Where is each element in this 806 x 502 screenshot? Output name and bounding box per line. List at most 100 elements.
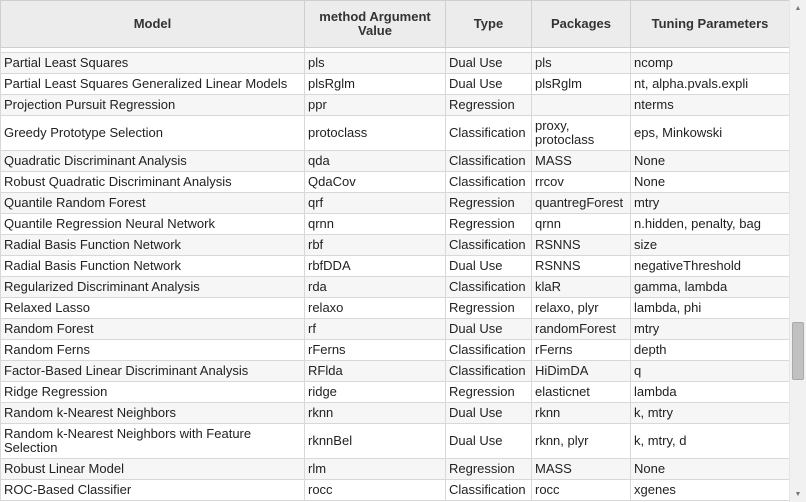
- cell-method: pls: [304, 52, 446, 74]
- cell-model: Partial Least Squares: [0, 52, 305, 74]
- cell-method: rbf: [304, 234, 446, 256]
- cell-tuning: depth: [630, 339, 789, 361]
- cell-packages: rknn: [531, 402, 631, 424]
- scrollbar-thumb[interactable]: [792, 322, 804, 380]
- table-row: Random k-Nearest Neighbors rknn Dual Use rk…: [0, 402, 789, 424]
- cell-type: Classification: [445, 479, 532, 501]
- cell-tuning: q: [630, 360, 789, 382]
- cell-type: Dual Use: [445, 402, 532, 424]
- table-row: Greedy Prototype Selection protoclass Clas…: [0, 115, 789, 151]
- table-row: Partial Least Squares Generalized Linear…: [0, 73, 789, 95]
- up-arrow-icon[interactable]: ▲: [790, 0, 806, 16]
- table-row: Quantile Regression Neural Network qrnn Re…: [0, 213, 789, 235]
- cell-tuning: mtry: [630, 192, 789, 214]
- cell-type: Regression: [445, 381, 532, 403]
- cell-model: Radial Basis Function Network: [0, 255, 305, 277]
- cell-model: Radial Basis Function Network: [0, 234, 305, 256]
- table-row: Random Ferns rFerns Classification rFerns de…: [0, 339, 789, 361]
- table-row: Factor-Based Linear Discriminant Analysi…: [0, 360, 789, 382]
- cell-tuning: lambda: [630, 381, 789, 403]
- cell-method: ppr: [304, 94, 446, 116]
- cell-method: QdaCov: [304, 171, 446, 193]
- cell-type: Dual Use: [445, 255, 532, 277]
- cell-packages: RSNNS: [531, 255, 631, 277]
- cell-packages: rocc: [531, 479, 631, 501]
- table-row: Random k-Nearest Neighbors with Feature …: [0, 423, 789, 459]
- table-row: Partial Least Squares pls Dual Use pls ncomp: [0, 52, 789, 74]
- table-row: Radial Basis Function Network rbfDDA Dual …: [0, 255, 789, 277]
- cell-tuning: None: [630, 171, 789, 193]
- cell-type: Classification: [445, 360, 532, 382]
- cell-type: Regression: [445, 297, 532, 319]
- cell-type: Classification: [445, 150, 532, 172]
- cell-method: RFlda: [304, 360, 446, 382]
- table-row: Relaxed Lasso relaxo Regression relaxo, ply…: [0, 297, 789, 319]
- cell-type: Regression: [445, 192, 532, 214]
- table-row: ROC-Based Classifier rocc Classification ro…: [0, 479, 789, 501]
- table-row: Quadratic Discriminant Analysis qda Classi…: [0, 150, 789, 172]
- cell-packages: RSNNS: [531, 234, 631, 256]
- cell-type: Classification: [445, 339, 532, 361]
- column-header-packages[interactable]: Packages: [531, 0, 631, 48]
- table-row: Radial Basis Function Network rbf Classifi…: [0, 234, 789, 256]
- cell-tuning: nt, alpha.pvals.expli: [630, 73, 789, 95]
- cell-method: rf: [304, 318, 446, 340]
- cell-method: rknnBel: [304, 423, 446, 459]
- cell-model: Random k-Nearest Neighbors with Feature …: [0, 423, 305, 459]
- cell-method: qrf: [304, 192, 446, 214]
- cell-model: Partial Least Squares Generalized Linear…: [0, 73, 305, 95]
- cell-packages: elasticnet: [531, 381, 631, 403]
- column-header-method[interactable]: method Argument Value: [304, 0, 446, 48]
- cell-packages: qrnn: [531, 213, 631, 235]
- table-row: Projection Pursuit Regression ppr Regressi…: [0, 94, 789, 116]
- cell-method: rlm: [304, 458, 446, 480]
- column-header-tuning[interactable]: Tuning Parameters: [630, 0, 789, 48]
- cell-method: protoclass: [304, 115, 446, 151]
- table-row: Random Forest rf Dual Use randomForest mtry: [0, 318, 789, 340]
- cell-tuning: k, mtry, d: [630, 423, 789, 459]
- cell-type: Regression: [445, 213, 532, 235]
- cell-method: qrnn: [304, 213, 446, 235]
- column-header-model[interactable]: Model: [0, 0, 305, 48]
- cell-packages: [531, 94, 631, 116]
- cell-model: Robust Quadratic Discriminant Analysis: [0, 171, 305, 193]
- table-row: Robust Quadratic Discriminant Analysis Qd…: [0, 171, 789, 193]
- cell-method: qda: [304, 150, 446, 172]
- cell-tuning: ncomp: [630, 52, 789, 74]
- down-arrow-icon[interactable]: ▼: [790, 486, 806, 502]
- cell-type: Dual Use: [445, 52, 532, 74]
- cell-model: Regularized Discriminant Analysis: [0, 276, 305, 298]
- cell-packages: rFerns: [531, 339, 631, 361]
- table-viewport: Model method Argument Value Type Package…: [0, 0, 789, 502]
- cell-method: plsRglm: [304, 73, 446, 95]
- cell-packages: pls: [531, 52, 631, 74]
- cell-model: Ridge Regression: [0, 381, 305, 403]
- cell-method: rknn: [304, 402, 446, 424]
- cell-type: Classification: [445, 171, 532, 193]
- cell-method: rocc: [304, 479, 446, 501]
- cell-packages: HiDimDA: [531, 360, 631, 382]
- cell-packages: klaR: [531, 276, 631, 298]
- cell-tuning: mtry: [630, 318, 789, 340]
- cell-tuning: eps, Minkowski: [630, 115, 789, 151]
- cell-tuning: size: [630, 234, 789, 256]
- cell-type: Classification: [445, 115, 532, 151]
- cell-packages: randomForest: [531, 318, 631, 340]
- cell-type: Regression: [445, 458, 532, 480]
- vertical-scrollbar[interactable]: ▲ ▼: [789, 0, 806, 502]
- cell-model: ROC-Based Classifier: [0, 479, 305, 501]
- cell-tuning: gamma, lambda: [630, 276, 789, 298]
- cell-tuning: None: [630, 458, 789, 480]
- cell-tuning: negativeThreshold: [630, 255, 789, 277]
- cell-tuning: lambda, phi: [630, 297, 789, 319]
- table-row: Quantile Random Forest qrf Regression quant…: [0, 192, 789, 214]
- cell-tuning: nterms: [630, 94, 789, 116]
- cell-model: Projection Pursuit Regression: [0, 94, 305, 116]
- column-header-type[interactable]: Type: [445, 0, 532, 48]
- cell-model: Random k-Nearest Neighbors: [0, 402, 305, 424]
- cell-type: Classification: [445, 234, 532, 256]
- cell-packages: rrcov: [531, 171, 631, 193]
- cell-method: rFerns: [304, 339, 446, 361]
- cell-model: Quantile Random Forest: [0, 192, 305, 214]
- cell-tuning: n.hidden, penalty, bag: [630, 213, 789, 235]
